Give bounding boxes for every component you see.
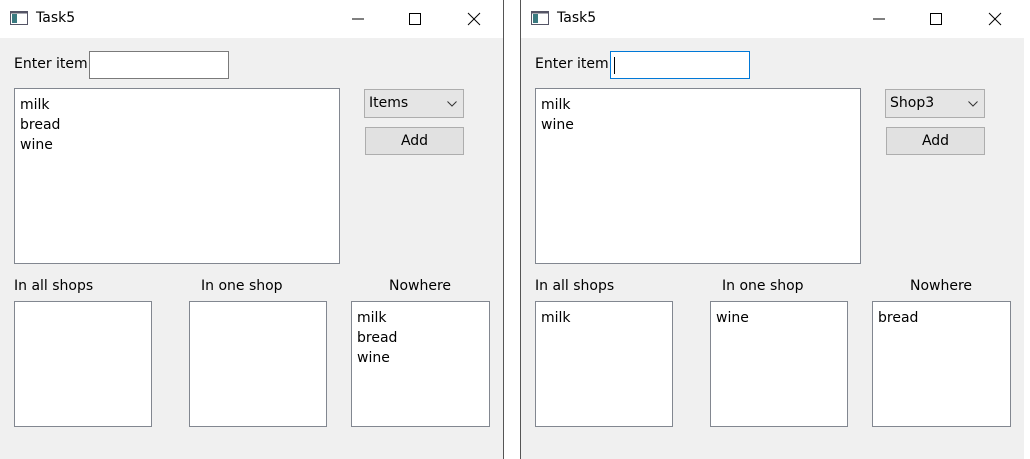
list-item[interactable]: milk xyxy=(541,95,860,115)
list-item[interactable]: milk xyxy=(541,308,672,328)
list-item[interactable]: wine xyxy=(716,308,847,328)
items-listbox[interactable]: milk wine xyxy=(535,88,861,264)
combo-value: Items xyxy=(369,95,409,111)
minimize-button[interactable] xyxy=(335,0,381,38)
item-input[interactable] xyxy=(89,51,229,79)
task5-window-right: Task5 Enter item milk wine Shop3 Add In … xyxy=(520,0,1024,459)
nowhere-label: Nowhere xyxy=(910,278,973,294)
text-caret xyxy=(614,57,615,74)
maximize-button[interactable] xyxy=(392,0,438,38)
maximize-button[interactable] xyxy=(913,0,959,38)
add-button[interactable]: Add xyxy=(886,127,985,155)
close-icon xyxy=(988,12,1002,26)
in-all-shops-label: In all shops xyxy=(535,278,615,294)
minimize-icon xyxy=(352,18,364,20)
list-item[interactable]: bread xyxy=(357,328,489,348)
in-one-shop-label: In one shop xyxy=(722,278,804,294)
one-shop-listbox[interactable]: wine xyxy=(710,301,848,427)
in-one-shop-label: In one shop xyxy=(201,278,283,294)
item-input[interactable] xyxy=(610,51,750,79)
title-bar[interactable]: Task5 xyxy=(521,0,1024,38)
nowhere-label: Nowhere xyxy=(389,278,452,294)
minimize-button[interactable] xyxy=(856,0,902,38)
app-window-icon xyxy=(10,11,28,25)
maximize-icon xyxy=(930,13,942,25)
close-button[interactable] xyxy=(972,0,1018,38)
one-shop-listbox[interactable] xyxy=(189,301,327,427)
shop-combobox[interactable]: Shop3 xyxy=(885,89,985,118)
list-item[interactable]: wine xyxy=(541,115,860,135)
maximize-icon xyxy=(409,13,421,25)
window-title: Task5 xyxy=(557,10,597,26)
nowhere-listbox[interactable]: bread xyxy=(872,301,1011,427)
shop-combobox[interactable]: Items xyxy=(364,89,464,118)
add-button[interactable]: Add xyxy=(365,127,464,155)
close-icon xyxy=(467,12,481,26)
chevron-down-icon xyxy=(447,101,457,107)
combo-value: Shop3 xyxy=(890,95,935,111)
all-shops-listbox[interactable]: milk xyxy=(535,301,673,427)
title-bar[interactable]: Task5 xyxy=(0,0,503,38)
items-listbox[interactable]: milk bread wine xyxy=(14,88,340,264)
all-shops-listbox[interactable] xyxy=(14,301,152,427)
enter-item-label: Enter item xyxy=(14,56,88,72)
app-window-icon xyxy=(531,11,549,25)
enter-item-label: Enter item xyxy=(535,56,609,72)
nowhere-listbox[interactable]: milk bread wine xyxy=(351,301,490,427)
chevron-down-icon xyxy=(968,101,978,107)
list-item[interactable]: wine xyxy=(357,348,489,368)
list-item[interactable]: wine xyxy=(20,135,339,155)
close-button[interactable] xyxy=(451,0,497,38)
list-item[interactable]: milk xyxy=(20,95,339,115)
list-item[interactable]: bread xyxy=(20,115,339,135)
task5-window-left: Task5 Enter item milk bread wine Items A… xyxy=(0,0,504,459)
list-item[interactable]: bread xyxy=(878,308,1010,328)
window-title: Task5 xyxy=(36,10,76,26)
minimize-icon xyxy=(873,18,885,20)
in-all-shops-label: In all shops xyxy=(14,278,94,294)
list-item[interactable]: milk xyxy=(357,308,489,328)
